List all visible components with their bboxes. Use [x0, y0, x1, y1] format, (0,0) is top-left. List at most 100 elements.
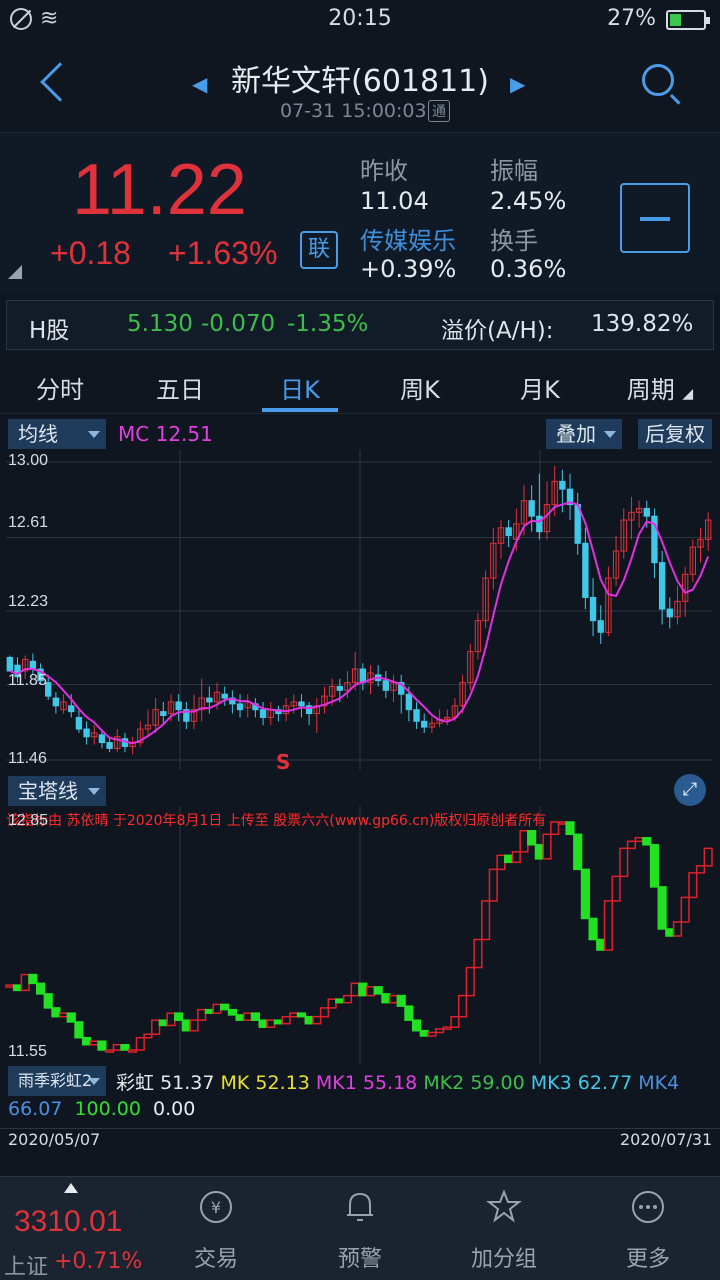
mk4-value: 66.07 [8, 1098, 63, 1120]
tower-block [105, 1049, 115, 1053]
tower-block [312, 1015, 322, 1025]
candle-body [666, 608, 673, 618]
sub-y-axis-label: 12.85 [8, 812, 49, 829]
tower-block [626, 840, 637, 850]
tower-block [396, 994, 406, 1007]
candle-body [582, 542, 589, 598]
price-change: +0.18 [50, 235, 131, 271]
mk1-label: MK1 [315, 1072, 357, 1094]
tower-block [319, 1007, 330, 1018]
tower-block [296, 1012, 307, 1018]
prev-close-value: 11.04 [360, 187, 429, 215]
h-share-row[interactable]: H股 5.130 -0.070 -1.35% 溢价(A/H): 139.82% [6, 300, 714, 350]
next-stock-icon[interactable]: ▶ [510, 72, 525, 96]
tower-block [619, 847, 629, 878]
sub-y-axis-label: 11.55 [8, 1043, 47, 1060]
mk-value: 52.13 [255, 1072, 310, 1094]
rainbow-dropdown[interactable]: 雨季彩虹2 [8, 1066, 106, 1096]
tower-block [550, 821, 560, 836]
tower-dropdown[interactable]: 宝塔线 [8, 776, 106, 806]
fullscreen-icon[interactable]: ⤢ [674, 774, 706, 806]
indicator-watermark: 该指标由 苏依晴 于2020年8月1日 上传至 股票六六(www.gp66.cn… [6, 813, 547, 829]
rainbow-dropdown-label: 雨季彩虹2 [18, 1071, 93, 1090]
linked-quote-button[interactable]: 联 [300, 231, 338, 269]
indicator-values-line2: 66.07 100.00 0.00 [8, 1098, 195, 1120]
tower-block [266, 1019, 276, 1028]
candlestick-chart[interactable] [0, 450, 720, 770]
nav-more[interactable]: 更多 [588, 1177, 708, 1280]
turnover-label: 换手 [490, 227, 538, 255]
tower-block [419, 1029, 429, 1037]
tower-block [427, 1031, 437, 1037]
mk2-value: 59.00 [470, 1072, 525, 1094]
tab-five-day[interactable]: 五日 [120, 370, 240, 405]
remove-watchlist-button[interactable] [620, 183, 690, 253]
tower-block [703, 847, 713, 867]
h-share-change: -0.070 [201, 311, 276, 337]
tower-block [273, 1019, 284, 1025]
tower-block [488, 868, 498, 902]
mc-value: 12.51 [155, 422, 213, 446]
search-icon[interactable] [642, 64, 674, 96]
tower-block [58, 1012, 69, 1018]
dropdown-arrow-icon [88, 1078, 100, 1085]
sector-change: +0.39% [360, 255, 457, 283]
period-tabs: 分时 五日 日K 周K 月K 周期 ◢ [0, 356, 720, 414]
tab-intraday[interactable]: 分时 [0, 370, 120, 405]
y-axis-label: 13.00 [8, 452, 49, 469]
mk2-label: MK2 [423, 1072, 465, 1094]
tower-block [5, 984, 15, 988]
nav-alert-label: 预警 [337, 1247, 382, 1272]
tower-block [434, 1028, 445, 1034]
tower-block [504, 854, 514, 864]
ma-dropdown[interactable]: 均线 [8, 419, 106, 449]
tower-chart[interactable] [0, 806, 720, 1064]
candle-body [221, 693, 228, 699]
candle-body [206, 697, 213, 703]
tower-block [189, 1019, 199, 1032]
tower-block [611, 875, 621, 902]
tower-block [235, 1014, 245, 1021]
overlay-dropdown[interactable]: 叠加 [546, 419, 622, 449]
tab-period[interactable]: 周期 ◢ [600, 370, 720, 405]
nav-alert[interactable]: 预警 [300, 1177, 420, 1280]
premium-value: 139.82% [591, 311, 694, 337]
amplitude-label: 振幅 [490, 157, 538, 185]
nav-add-group[interactable]: 加分组 [444, 1177, 564, 1280]
nav-trade[interactable]: ¥ 交易 [156, 1177, 276, 1280]
candle-body [505, 527, 512, 537]
tower-block [411, 1019, 422, 1032]
mk3-label: MK3 [530, 1072, 572, 1094]
adjust-button[interactable]: 后复权 [638, 419, 712, 449]
expand-up-icon[interactable] [64, 1183, 78, 1193]
candle-body [98, 734, 106, 744]
tab-daily-k[interactable]: 日K [240, 370, 360, 405]
candle-body [298, 701, 305, 707]
mc-indicator: MC 12.51 [118, 422, 213, 446]
candle-body [83, 728, 90, 738]
dropdown-arrow-icon [88, 431, 100, 438]
tab-monthly-k[interactable]: 月K [480, 370, 600, 405]
dropdown-arrow-icon [604, 431, 616, 438]
tower-block [74, 1021, 84, 1039]
index-value[interactable]: 3310.01 [14, 1205, 122, 1239]
tower-dropdown-label: 宝塔线 [18, 779, 78, 803]
tower-block [358, 982, 368, 997]
battery-percent: 27% [607, 6, 656, 31]
nav-add-group-label: 加分组 [470, 1247, 537, 1272]
overlay-label: 叠加 [556, 422, 596, 446]
candle-body [6, 656, 14, 672]
sector-link[interactable]: 传媒娱乐 [360, 221, 456, 256]
tab-weekly-k[interactable]: 周K [360, 370, 480, 405]
tower-block [151, 1019, 161, 1035]
turnover-value: 0.36% [490, 255, 567, 283]
caihong-value: 51.37 [160, 1072, 215, 1094]
tower-block [243, 1012, 253, 1021]
tower-block [473, 938, 483, 969]
y-axis-label: 12.61 [8, 514, 49, 531]
status-bar: ≋ 20:15 27% [0, 0, 720, 40]
h-share-label: H股 [29, 318, 70, 344]
expand-corner-icon[interactable] [8, 265, 22, 279]
prev-close-label: 昨收 [360, 157, 408, 185]
tower-block [89, 1040, 99, 1046]
